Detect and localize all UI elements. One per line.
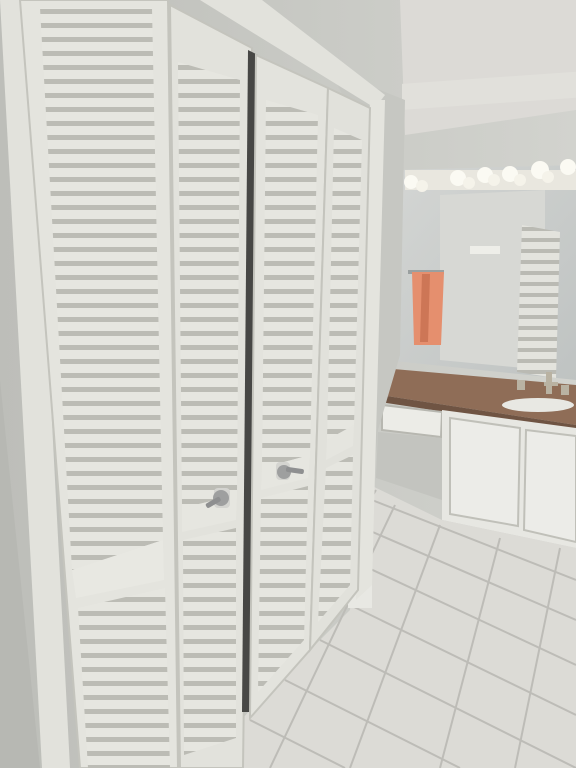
- bathroom-photo: [0, 0, 576, 768]
- mirror-reflected-door: [517, 225, 560, 378]
- cabinet-door-right[interactable]: [522, 428, 576, 544]
- sink-basin: [502, 398, 574, 412]
- louver-lower-2: [183, 528, 236, 755]
- louver-lower-1: [78, 588, 170, 768]
- louver-upper-3: [262, 100, 318, 468]
- louver-upper-2: [178, 62, 240, 508]
- scene-svg: [0, 0, 576, 768]
- mirror-reflected-outlet: [470, 246, 500, 254]
- cabinet-door-left[interactable]: [449, 416, 522, 528]
